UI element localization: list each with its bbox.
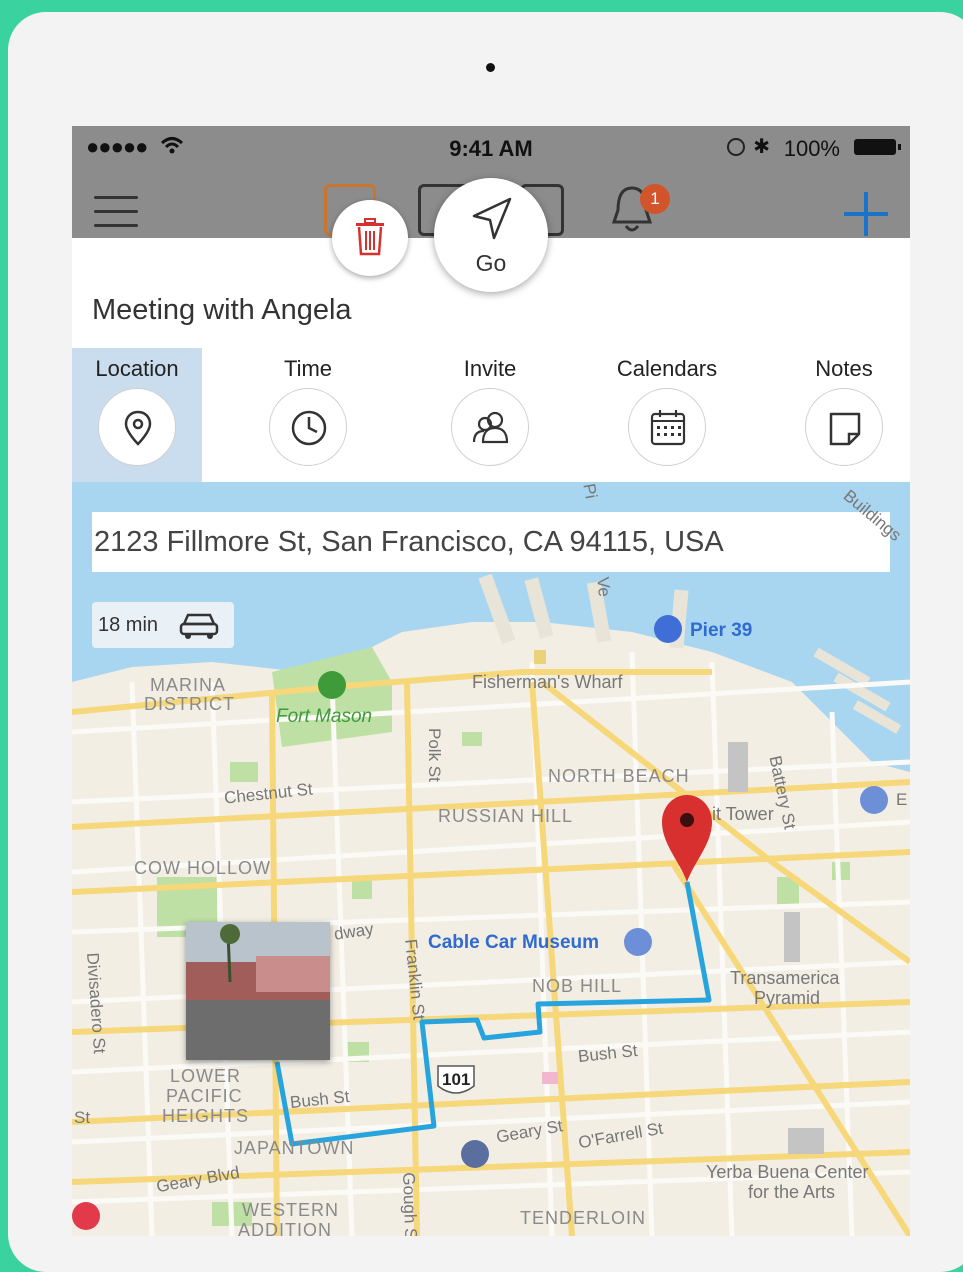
app-screen: ●●●●● 9:41 AM ✱ 100% 1 Meeting with Ange… [72, 126, 910, 1236]
map-label-cow-hollow: COW HOLLOW [134, 858, 272, 878]
delete-button[interactable] [332, 200, 408, 276]
map-label-pier39[interactable]: Pier 39 [690, 620, 752, 642]
map-label-coit-tower[interactable]: it Tower [712, 804, 774, 825]
battery-icon [854, 139, 901, 155]
map-label-tenderloin: TENDERLOIN [520, 1208, 647, 1228]
car-icon [179, 613, 219, 639]
route-map[interactable]: 2123 Fillmore St, San Francisco, CA 9411… [72, 482, 910, 1236]
people-icon [451, 388, 529, 466]
tab-label: Invite [463, 356, 517, 381]
event-title[interactable]: Meeting with Angela [92, 294, 352, 327]
bluetooth-icon: ✱ [753, 136, 770, 158]
map-label-marina: MARINA [150, 675, 227, 695]
map-label-district: DISTRICT [144, 694, 235, 714]
eta-badge: 18 min [92, 602, 234, 648]
map-label-ve: Ve [593, 576, 615, 598]
tab-notes[interactable]: Notes [760, 348, 910, 482]
rotation-lock-icon [727, 138, 745, 156]
tab-label: Notes [815, 356, 873, 381]
eta-text: 18 min [98, 614, 159, 636]
map-label-yerba-buena[interactable]: Yerba Buena Center [706, 1162, 868, 1183]
map-label-for-the-arts[interactable]: for the Arts [748, 1182, 835, 1203]
map-label-pyramid[interactable]: Pyramid [754, 988, 820, 1009]
map-label-pacific: PACIFIC [166, 1086, 243, 1106]
map-label-nob-hill: NOB HILL [532, 976, 623, 996]
street-view-photo[interactable] [186, 922, 330, 1060]
map-label-north-beach: NORTH BEACH [548, 766, 690, 786]
map-label-russian-hill: RUSSIAN HILL [438, 806, 574, 826]
map-label-fishermans-wharf[interactable]: Fisherman's Wharf [472, 672, 622, 693]
menu-icon[interactable] [94, 196, 138, 230]
tab-calendars[interactable]: Calendars [583, 348, 751, 482]
map-label-gough-st: Gough St [399, 1172, 421, 1236]
map-label-addition: ADDITION [238, 1220, 333, 1236]
tab-location[interactable]: Location [72, 348, 202, 482]
add-event-button[interactable] [844, 192, 888, 236]
go-label: Go [475, 250, 507, 276]
location-pin-icon [98, 388, 176, 466]
map-label-japantown: JAPANTOWN [234, 1138, 355, 1158]
trash-icon [356, 218, 384, 256]
go-button[interactable]: Go [434, 178, 548, 292]
map-label-western: WESTERN [242, 1200, 339, 1220]
map-label-lower: LOWER [170, 1066, 242, 1086]
tab-invite[interactable]: Invite [406, 348, 574, 482]
map-label-st: St [74, 1108, 91, 1127]
map-label-heights: HEIGHTS [162, 1106, 250, 1126]
map-label-transamerica[interactable]: Transamerica [730, 968, 839, 989]
tab-label: Calendars [616, 356, 718, 381]
front-camera [486, 63, 495, 72]
status-bar: ●●●●● 9:41 AM ✱ 100% [72, 126, 910, 170]
battery-percent: 100% [783, 136, 840, 161]
highway-101-shield: 101 [442, 1070, 471, 1089]
clock-icon [269, 388, 347, 466]
map-label-cable-car-museum[interactable]: Cable Car Museum [428, 932, 599, 954]
tab-time[interactable]: Time [224, 348, 392, 482]
map-label-e: E [896, 790, 908, 809]
map-label-polk-st: Polk St [425, 728, 444, 782]
tab-label: Time [283, 356, 333, 381]
map-label-fort-mason[interactable]: Fort Mason [276, 706, 372, 728]
detail-tabs: Location Time Invite Calendars Notes [72, 348, 910, 482]
calendar-icon [628, 388, 706, 466]
notification-badge: 1 [640, 184, 670, 214]
address-field[interactable]: 2123 Fillmore St, San Francisco, CA 9411… [92, 512, 890, 572]
tab-label: Location [95, 356, 179, 381]
note-icon [805, 388, 883, 466]
navigate-arrow-icon [472, 197, 512, 240]
